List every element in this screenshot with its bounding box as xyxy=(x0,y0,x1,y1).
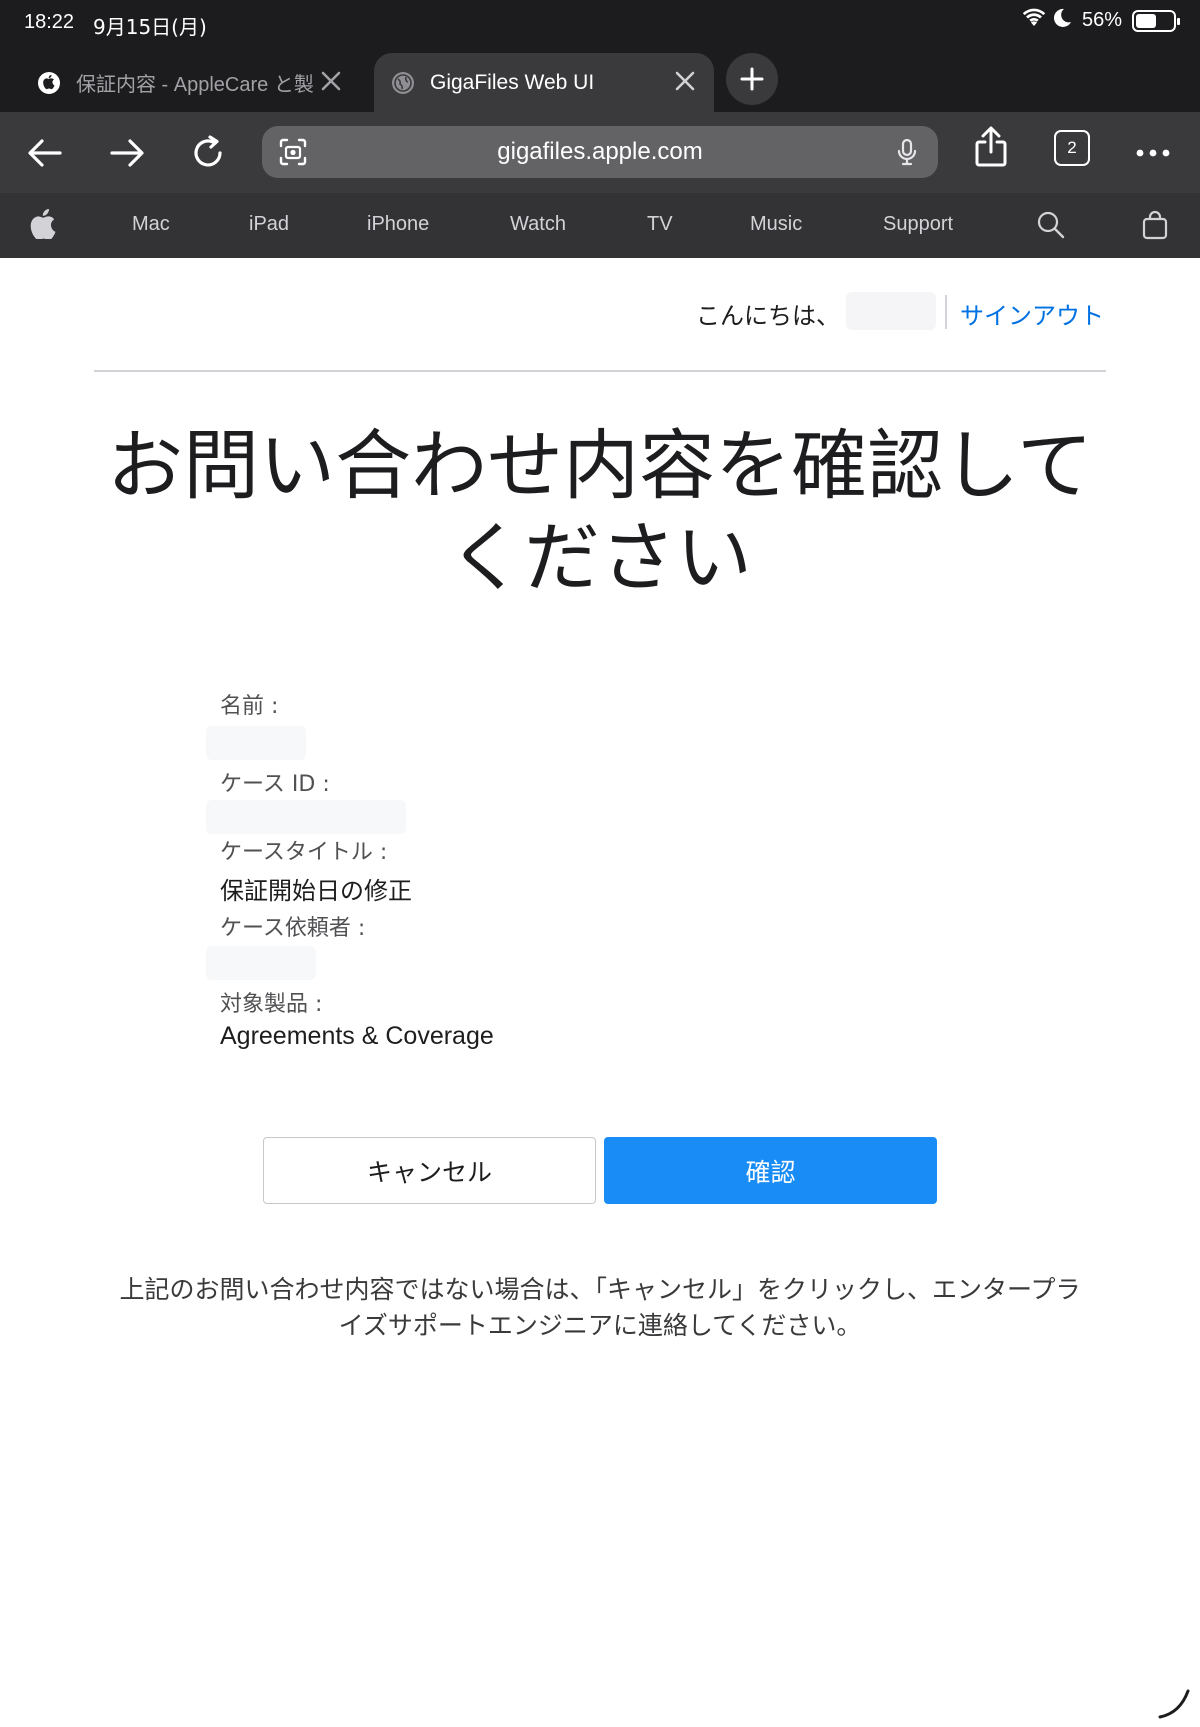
apple-global-nav: Mac iPad iPhone Watch TV Music Support xyxy=(0,193,1200,258)
help-note-line-1: 上記のお問い合わせ内容ではない場合は、「キャンセル」をクリックし、エンタープラ xyxy=(119,1275,1081,1304)
name-label: 名前 : xyxy=(220,694,279,719)
wifi-icon xyxy=(1022,8,1046,33)
nav-item-ipad[interactable]: iPad xyxy=(249,213,289,236)
url-text: gigafiles.apple.com xyxy=(497,138,703,165)
help-note-line-2: イズサポートエンジニアに連絡してください。 xyxy=(338,1311,862,1340)
ellipsis-icon xyxy=(1136,149,1170,157)
browser-toolbar: gigafiles.apple.com 2 xyxy=(0,112,1200,193)
share-button[interactable] xyxy=(968,124,1014,170)
user-name-redacted xyxy=(846,292,936,330)
tab-gigafiles[interactable]: GigaFiles Web UI xyxy=(374,53,714,112)
nav-item-iphone[interactable]: iPhone xyxy=(367,213,429,236)
page-title-line-2: ください xyxy=(448,513,752,602)
cancel-button[interactable]: キャンセル xyxy=(263,1137,596,1204)
plus-icon xyxy=(740,67,764,91)
help-note: 上記のお問い合わせ内容ではない場合は、「キャンセル」をクリックし、エンタープラ … xyxy=(90,1272,1110,1344)
battery-icon xyxy=(1132,9,1180,32)
nav-item-music[interactable]: Music xyxy=(750,213,802,236)
bag-icon[interactable] xyxy=(1140,210,1170,240)
resize-handle-icon[interactable] xyxy=(1154,1681,1194,1721)
share-icon xyxy=(975,126,1007,167)
globe-favicon-icon xyxy=(392,71,414,94)
new-tab-button[interactable] xyxy=(726,53,778,105)
microphone-icon[interactable] xyxy=(892,137,922,167)
case-title-label: ケースタイトル : xyxy=(220,840,388,865)
reload-button[interactable] xyxy=(185,130,231,176)
header-divider xyxy=(945,295,947,329)
product-value: Agreements & Coverage xyxy=(220,1022,494,1050)
battery-percent: 56% xyxy=(1081,9,1122,31)
back-button[interactable] xyxy=(22,130,68,176)
tab-title: 保証内容 - AppleCare と製 xyxy=(76,74,314,96)
case-title-value: 保証開始日の修正 xyxy=(220,877,412,905)
status-indicators: 56% xyxy=(1022,8,1180,33)
case-id-label: ケース ID : xyxy=(220,772,330,797)
address-bar[interactable]: gigafiles.apple.com xyxy=(262,126,938,178)
apple-logo-icon[interactable] xyxy=(30,208,60,240)
nav-item-watch[interactable]: Watch xyxy=(510,213,566,236)
requester-value-redacted xyxy=(206,946,316,980)
tab-applecare[interactable]: 保証内容 - AppleCare と製 xyxy=(22,53,360,112)
nav-item-mac[interactable]: Mac xyxy=(132,213,170,236)
name-value-redacted xyxy=(206,726,306,760)
browser-chrome: 18:22 9月15日(月) 56% 保証内容 - AppleCare と製 G… xyxy=(0,0,1200,193)
confirm-button[interactable]: 確認 xyxy=(604,1137,937,1204)
tab-title: GigaFiles Web UI xyxy=(430,70,595,94)
product-label: 対象製品 : xyxy=(220,992,323,1017)
battery-level xyxy=(1136,13,1156,28)
tab-overview-button[interactable]: 2 xyxy=(1054,130,1090,166)
status-time: 18:22 xyxy=(24,11,75,33)
status-date: 9月15日(月) xyxy=(93,15,207,39)
page-title: お問い合わせ内容を確認して ください xyxy=(80,420,1120,604)
apple-favicon-icon xyxy=(38,71,60,94)
moon-icon xyxy=(1053,8,1072,33)
more-button[interactable] xyxy=(1130,130,1176,176)
nav-item-tv[interactable]: TV xyxy=(647,213,673,236)
greeting-text: こんにちは、 xyxy=(696,302,840,330)
page-title-line-1: お問い合わせ内容を確認して xyxy=(107,421,1093,510)
reload-icon xyxy=(194,135,222,167)
arrow-right-icon xyxy=(110,139,144,167)
sign-out-link[interactable]: サインアウト xyxy=(960,296,1104,331)
arrow-left-icon xyxy=(28,139,62,167)
forward-button[interactable] xyxy=(104,130,150,176)
nav-item-support[interactable]: Support xyxy=(883,213,953,236)
requester-label: ケース依頼者 : xyxy=(220,916,366,941)
status-bar: 18:22 9月15日(月) 56% xyxy=(0,0,1200,46)
tab-bar: 保証内容 - AppleCare と製 GigaFiles Web UI xyxy=(0,46,1200,112)
close-tab-icon[interactable] xyxy=(318,68,344,94)
case-id-value-redacted xyxy=(206,800,406,834)
search-icon[interactable] xyxy=(1036,210,1066,240)
header-separator xyxy=(94,370,1106,372)
close-tab-icon[interactable] xyxy=(672,68,698,94)
